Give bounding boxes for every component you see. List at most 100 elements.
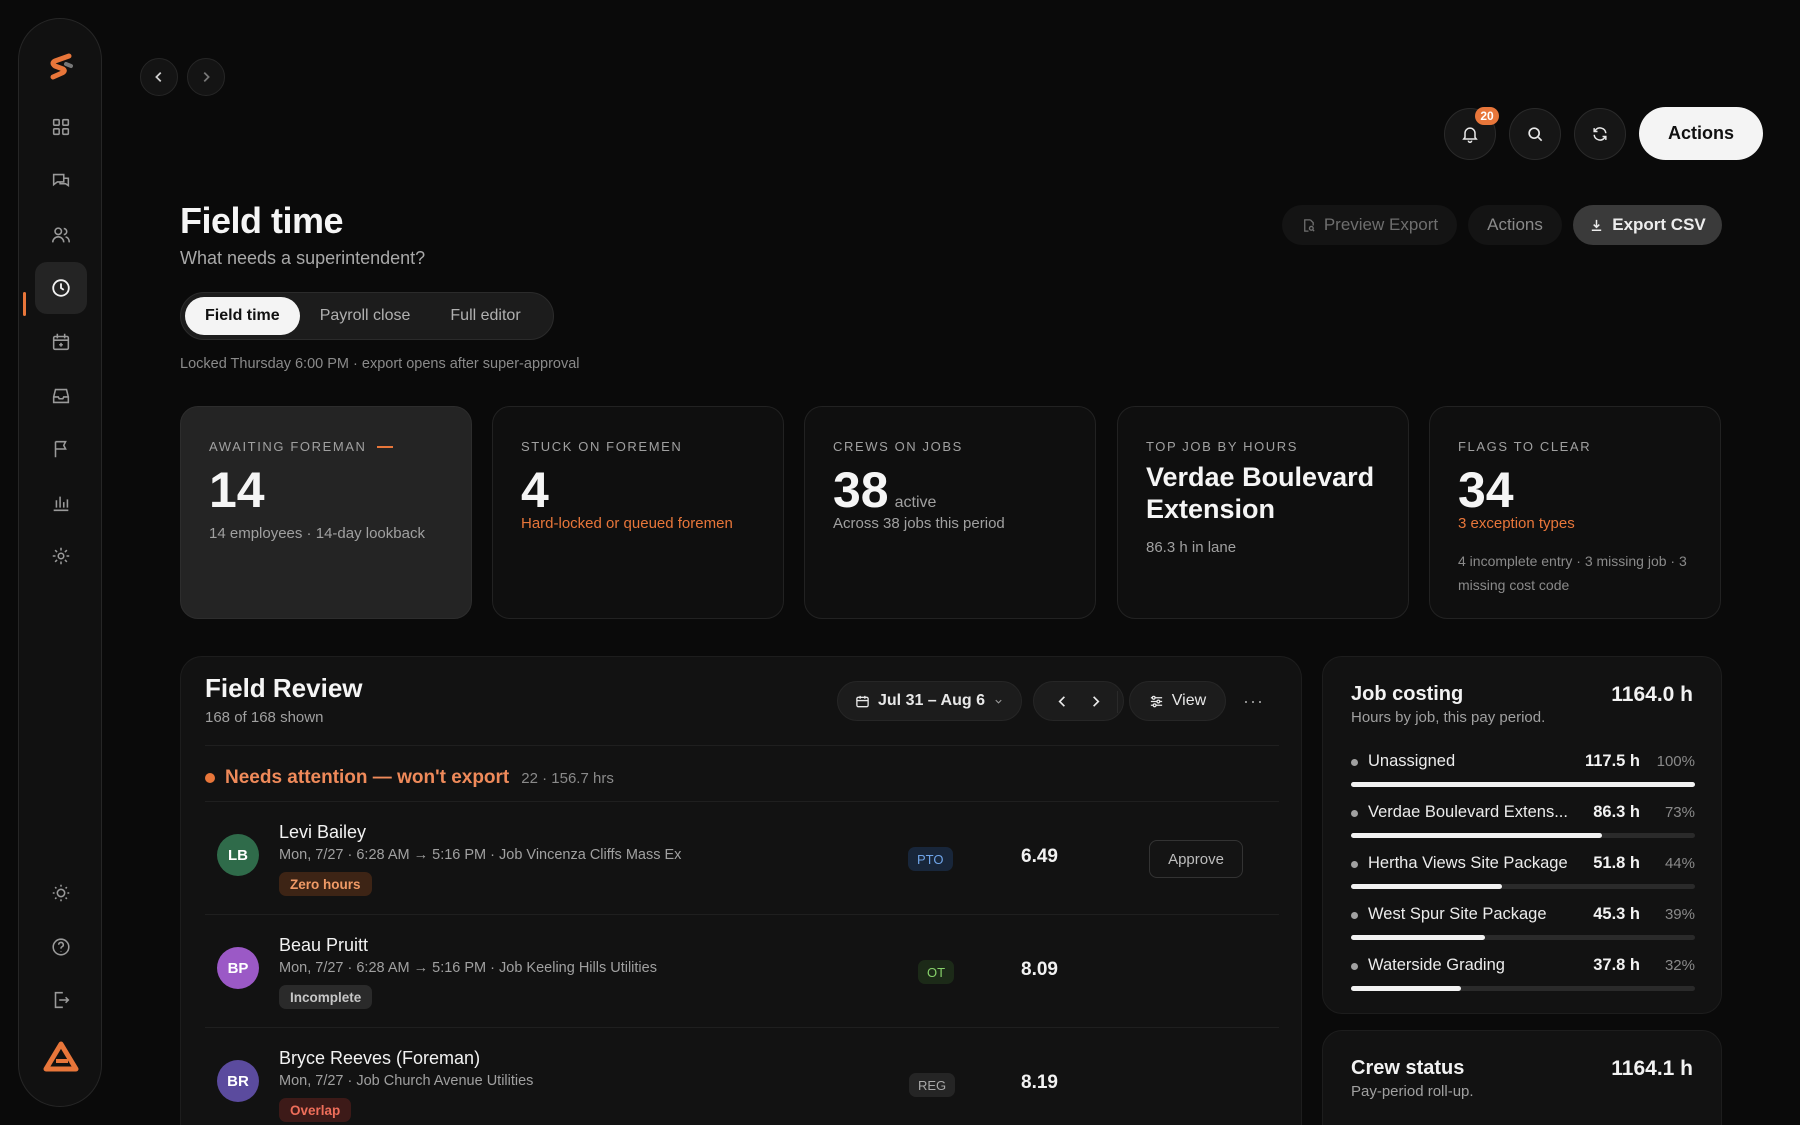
exception-tag: Zero hours — [279, 872, 372, 896]
export-csv-button[interactable]: Export CSV — [1573, 205, 1722, 245]
stat-card-awaiting-foreman[interactable]: AWAITING FOREMAN 14 14 employees · 14-da… — [180, 406, 472, 619]
stat-card-top-job[interactable]: TOP JOB BY HOURS Verdae Boulevard Extens… — [1117, 406, 1409, 619]
panel-title: Job costing — [1351, 683, 1464, 705]
approve-button[interactable]: Approve — [1149, 840, 1243, 878]
table-row[interactable]: BP Beau Pruitt Mon, 7/27 · 6:28 AM → 5:1… — [205, 915, 1279, 1027]
chevron-right-icon[interactable] — [1088, 694, 1103, 709]
job-hours: 45.3 h — [1593, 905, 1640, 923]
job-percent: 39% — [1664, 906, 1695, 923]
date-range-label: Jul 31 – Aug 6 — [878, 692, 985, 709]
table-row[interactable]: BR Bryce Reeves (Foreman) Mon, 7/27 · Jo… — [205, 1028, 1279, 1125]
job-cost-row[interactable]: West Spur Site Package 45.3 h 39% — [1351, 902, 1695, 942]
pay-type-chip: REG — [909, 1073, 956, 1097]
total-hours: 1164.0 h — [1611, 683, 1693, 706]
hours-value: 6.49 — [1021, 846, 1058, 867]
exception-tag: Incomplete — [279, 985, 373, 1009]
job-hours: 86.3 h — [1593, 803, 1640, 821]
calendar-icon — [52, 333, 70, 351]
notifications-button[interactable]: 20 — [1444, 107, 1499, 160]
panel-title: Field Review — [205, 673, 363, 703]
page-title: Field time — [180, 200, 344, 241]
nav-settings[interactable] — [35, 530, 87, 582]
chevron-right-icon — [203, 72, 210, 82]
attention-label: Needs attention — won't export — [225, 767, 510, 788]
view-tabs: Field time Payroll close Full editor — [180, 292, 554, 340]
view-options-button[interactable]: View — [1129, 681, 1226, 721]
nav-flags[interactable] — [35, 423, 87, 475]
stat-card-stuck-on-foremen[interactable]: STUCK ON FOREMEN 4 Hard-locked or queued… — [492, 406, 784, 619]
table-row[interactable]: LB Levi Bailey Mon, 7/27 · 6:28 AM → 5:1… — [205, 802, 1279, 914]
logout-button[interactable] — [35, 974, 87, 1026]
chevron-down-icon — [995, 699, 1002, 704]
job-progress-fill — [1351, 935, 1486, 940]
stat-card-crews-on-jobs[interactable]: CREWS ON JOBS 38 active Across 38 jobs th… — [804, 406, 1096, 619]
refresh-button[interactable] — [1574, 108, 1626, 160]
employee-name: Levi Bailey — [279, 822, 367, 842]
attention-dot — [205, 773, 215, 783]
header-actions-button[interactable]: Actions — [1468, 205, 1562, 245]
nav-field-time[interactable] — [35, 262, 87, 314]
more-options-button[interactable]: ··· — [1243, 691, 1264, 712]
job-hours: 117.5 h — [1584, 752, 1640, 770]
lock-status-note: Locked Thursday 6:00 PM · export opens a… — [180, 356, 580, 372]
job-hours: 37.8 h — [1593, 956, 1640, 974]
nav-reports[interactable] — [35, 477, 87, 529]
job-name: Waterside Grading — [1368, 956, 1505, 974]
chevron-left-icon[interactable] — [1055, 694, 1070, 709]
job-cost-row[interactable]: Verdae Boulevard Extens... 86.3 h 73% — [1351, 800, 1695, 840]
job-dot — [1351, 861, 1358, 868]
view-label: View — [1171, 692, 1207, 709]
needs-attention-group-header[interactable]: Needs attention — won't export 22 · 156.… — [205, 767, 614, 789]
inbox-icon — [52, 388, 70, 404]
workspace-logo[interactable] — [43, 1041, 79, 1073]
entry-meta: Mon, 7/27 · Job Church Avenue Utilities — [279, 1073, 534, 1089]
nav-people[interactable] — [35, 209, 87, 261]
sliders-icon — [1150, 695, 1162, 707]
job-progress-bar — [1351, 935, 1695, 940]
stat-sub: 86.3 h in lane — [1146, 539, 1237, 556]
nav-calendar[interactable] — [35, 316, 87, 368]
stat-card-flags-to-clear[interactable]: FLAGS TO CLEAR 34 3 exception types 4 in… — [1429, 406, 1721, 619]
settings-icon — [52, 547, 70, 565]
theme-toggle[interactable] — [35, 867, 87, 919]
preview-export-button[interactable]: Preview Export — [1282, 205, 1457, 245]
active-indicator — [23, 292, 26, 316]
app-logo[interactable] — [43, 49, 79, 85]
panel-subtitle: 168 of 168 shown — [205, 709, 324, 726]
tab-field-time[interactable]: Field time — [185, 297, 300, 335]
bar-chart-icon — [53, 496, 69, 512]
job-progress-fill — [1351, 884, 1503, 889]
job-dot — [1351, 810, 1358, 817]
period-stepper — [1033, 681, 1124, 721]
back-button[interactable] — [140, 58, 178, 96]
avatar: BR — [217, 1060, 259, 1102]
job-dot — [1351, 963, 1358, 970]
nav-inbox[interactable] — [35, 370, 87, 422]
clock-icon — [52, 279, 70, 297]
logo-icon — [50, 53, 73, 80]
forward-button[interactable] — [187, 58, 225, 96]
notification-count-badge: 20 — [1475, 107, 1499, 125]
help-button[interactable] — [35, 921, 87, 973]
nav-messages[interactable] — [35, 155, 87, 207]
stat-label: AWAITING FOREMAN — [209, 439, 393, 454]
job-cost-row[interactable]: Waterside Grading 37.8 h 32% — [1351, 953, 1695, 993]
job-progress-fill — [1351, 782, 1695, 787]
job-percent: 44% — [1664, 855, 1695, 872]
exception-tag: Overlap — [279, 1098, 352, 1122]
help-icon — [52, 938, 70, 956]
stat-value: 14 — [209, 462, 265, 518]
employee-name: Beau Pruitt — [279, 935, 369, 955]
entry-meta: Mon, 7/27 · 6:28 AM → 5:16 PM · Job Vinc… — [279, 847, 682, 863]
tab-full-editor[interactable]: Full editor — [430, 297, 540, 335]
nav-dashboard[interactable] — [35, 101, 87, 153]
job-name: Hertha Views Site Package — [1368, 854, 1568, 872]
date-range-picker[interactable]: Jul 31 – Aug 6 — [837, 681, 1022, 721]
job-cost-row[interactable]: Hertha Views Site Package 51.8 h 44% — [1351, 851, 1695, 891]
stat-label: CREWS ON JOBS — [833, 439, 963, 454]
tab-payroll-close[interactable]: Payroll close — [300, 297, 431, 335]
job-cost-row[interactable]: Unassigned 117.5 h 100% — [1351, 749, 1695, 789]
primary-actions-button[interactable]: Actions — [1639, 107, 1763, 160]
job-name: Verdae Boulevard Extens... — [1368, 803, 1568, 821]
search-button[interactable] — [1509, 108, 1561, 160]
